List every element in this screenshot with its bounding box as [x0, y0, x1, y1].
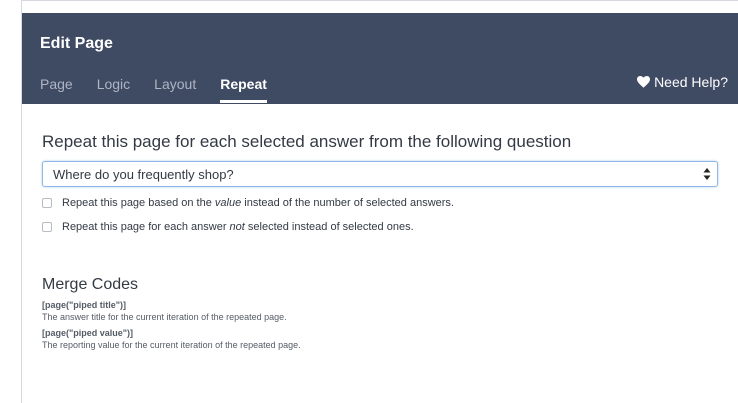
repeat-by-value-label[interactable]: Repeat this page based on the value inst… [62, 197, 454, 209]
heart-icon [637, 76, 651, 88]
question-select[interactable]: Where do you frequently shop? [42, 161, 718, 187]
merge-codes-heading: Merge Codes [42, 276, 139, 293]
merge-code: [page("piped value")] [42, 328, 134, 338]
tab-layout[interactable]: Layout [154, 75, 196, 93]
merge-code-description: The answer title for the current iterati… [42, 312, 287, 322]
repeat-heading: Repeat this page for each selected answe… [42, 132, 572, 151]
edit-page-panel: Edit Page Page Logic Layout Repeat Need … [21, 0, 738, 403]
repeat-not-selected-checkbox[interactable] [42, 222, 52, 232]
repeat-by-value-option: Repeat this page based on the value inst… [42, 195, 722, 211]
merge-code-description: The reporting value for the current iter… [42, 340, 301, 350]
repeat-not-selected-option: Repeat this page for each answer not sel… [42, 219, 722, 235]
merge-code: [page("piped title")] [42, 300, 127, 310]
need-help-link[interactable]: Need Help? [637, 74, 728, 90]
repeat-not-selected-label[interactable]: Repeat this page for each answer not sel… [62, 221, 414, 233]
tab-page[interactable]: Page [40, 75, 73, 93]
panel-header: Edit Page Page Logic Layout Repeat Need … [22, 13, 738, 104]
question-select-value: Where do you frequently shop? [53, 167, 234, 182]
tab-repeat[interactable]: Repeat [220, 75, 267, 103]
repeat-by-value-checkbox[interactable] [42, 198, 52, 208]
select-arrows-icon [703, 168, 711, 180]
tab-bar: Page Logic Layout Repeat [40, 75, 291, 103]
tab-logic[interactable]: Logic [97, 75, 130, 93]
panel-title: Edit Page [40, 35, 113, 52]
need-help-label: Need Help? [654, 74, 728, 90]
repeat-settings: Repeat this page for each selected answe… [42, 131, 722, 351]
